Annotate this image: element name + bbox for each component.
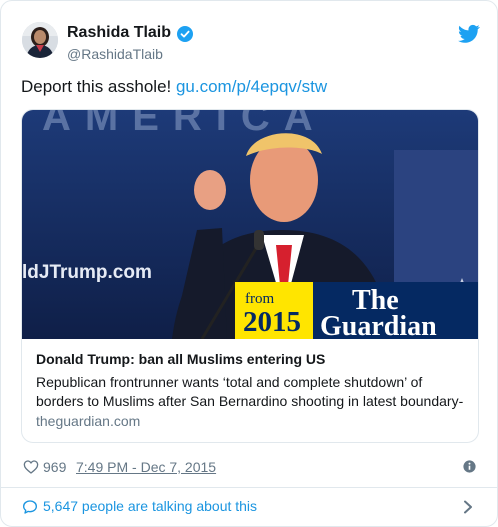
speech-bubble-icon (23, 500, 37, 514)
info-icon[interactable] (463, 460, 476, 473)
tweet-link[interactable]: gu.com/p/4epqv/stw (176, 77, 327, 96)
author-handle[interactable]: @RashidaTlaib (67, 46, 163, 62)
card-title: Donald Trump: ban all Muslims entering U… (36, 351, 326, 367)
tweet-embed-card: Rashida Tlaib @RashidaTlaib Deport this … (0, 0, 498, 527)
like-count[interactable]: 969 (43, 459, 66, 475)
badge-from-text: from (245, 291, 274, 307)
badge-year-text: 2015 (243, 306, 301, 338)
sign-text: ldJTrump.com (22, 262, 152, 283)
link-preview-card[interactable]: AMERICA ldJTrump.com from 2015 The Guard… (21, 109, 479, 443)
card-description-line: borders to Muslims after San Bernardino … (36, 393, 464, 409)
guardian-logo-line2: Guardian (320, 311, 437, 339)
author-avatar[interactable] (22, 22, 58, 58)
tweet-timestamp[interactable]: 7:49 PM - Dec 7, 2015 (76, 459, 216, 475)
avatar-image (22, 22, 58, 58)
tweet-meta-row: 969 7:49 PM - Dec 7, 2015 (23, 457, 479, 477)
tweet-text: Deport this asshole! gu.com/p/4epqv/stw (21, 77, 327, 97)
divider (1, 487, 497, 488)
twitter-bird-icon[interactable] (458, 24, 480, 44)
conversation-count-text[interactable]: 5,647 people are talking about this (43, 498, 257, 514)
card-description: Republican frontrunner wants ‘total and … (36, 373, 476, 411)
card-description-line: Republican frontrunner wants ‘total and … (36, 374, 423, 390)
author-display-name[interactable]: Rashida Tlaib (67, 24, 171, 42)
verified-badge-icon (177, 26, 193, 42)
card-domain: theguardian.com (36, 413, 141, 429)
chevron-right-icon[interactable] (462, 500, 474, 514)
tweet-text-body: Deport this asshole! (21, 77, 176, 96)
heart-icon[interactable] (23, 459, 39, 475)
conversation-link[interactable]: 5,647 people are talking about this (22, 497, 482, 517)
article-image: AMERICA ldJTrump.com from 2015 The Guard… (22, 110, 478, 339)
